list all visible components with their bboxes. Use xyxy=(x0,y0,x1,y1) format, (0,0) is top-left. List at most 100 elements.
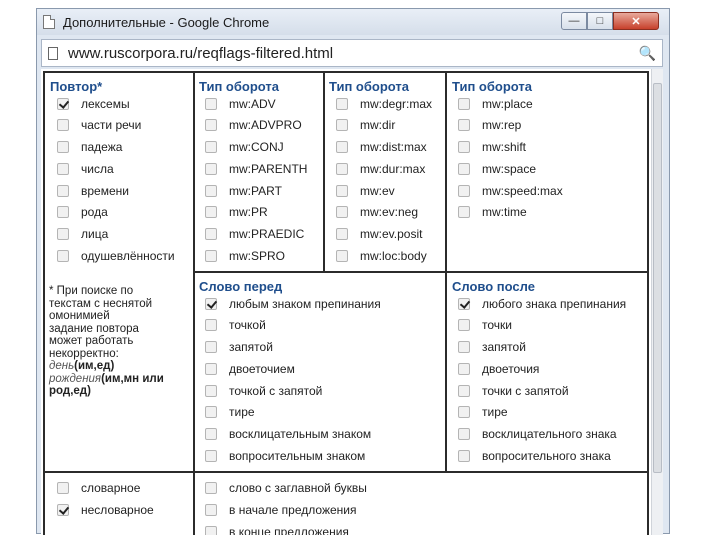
word-after-option[interactable]: любого знака препинания xyxy=(458,295,626,313)
checkbox[interactable] xyxy=(57,163,69,175)
word-before-option[interactable]: любым знаком препинания xyxy=(205,295,381,313)
turnover-option[interactable]: mw:space xyxy=(458,160,536,178)
checkbox[interactable] xyxy=(458,141,470,153)
word-before-option[interactable]: восклицательным знаком xyxy=(205,425,371,443)
url-text[interactable]: www.ruscorpora.ru/reqflags-filtered.html xyxy=(68,45,333,62)
turnover-option[interactable]: mw:degr:max xyxy=(336,95,432,113)
word-after-option[interactable]: точки с запятой xyxy=(458,382,569,400)
checkbox[interactable] xyxy=(57,119,69,131)
sentence-option[interactable]: слово с заглавной буквы xyxy=(205,479,367,497)
checkbox[interactable] xyxy=(458,119,470,131)
title-bar[interactable]: Дополнительные - Google Chrome — □ ✕ xyxy=(37,9,669,35)
checkbox[interactable] xyxy=(336,163,348,175)
checkbox[interactable] xyxy=(205,319,217,331)
close-button[interactable]: ✕ xyxy=(613,12,659,30)
turnover-option[interactable]: mw:loc:body xyxy=(336,247,427,265)
repeat-option[interactable]: лексемы xyxy=(57,95,130,113)
checkbox[interactable] xyxy=(336,250,348,262)
checkbox[interactable] xyxy=(205,228,217,240)
turnover-option[interactable]: mw:rep xyxy=(458,116,521,134)
turnover-option[interactable]: mw:dur:max xyxy=(336,160,425,178)
checkbox[interactable] xyxy=(458,185,470,197)
repeat-option[interactable]: падежа xyxy=(57,138,122,156)
turnover-option[interactable]: mw:ev.posit xyxy=(336,225,422,243)
checkbox[interactable] xyxy=(458,385,470,397)
turnover-option[interactable]: mw:dir xyxy=(336,116,395,134)
turnover-option[interactable]: mw:speed:max xyxy=(458,182,563,200)
checkbox[interactable] xyxy=(336,141,348,153)
zoom-icon[interactable]: 🔍 xyxy=(639,45,656,62)
minimize-button[interactable]: — xyxy=(561,12,587,30)
word-after-option[interactable]: точки xyxy=(458,316,512,334)
turnover-option[interactable]: mw:place xyxy=(458,95,533,113)
word-before-option[interactable]: точкой xyxy=(205,316,266,334)
repeat-option[interactable]: части речи xyxy=(57,116,141,134)
turnover-option[interactable]: mw:PRAEDIC xyxy=(205,225,304,243)
checkbox[interactable] xyxy=(205,504,217,516)
word-after-option[interactable]: тире xyxy=(458,403,508,421)
checkbox[interactable] xyxy=(57,228,69,240)
checkbox[interactable] xyxy=(458,98,470,110)
checkbox[interactable] xyxy=(205,185,217,197)
turnover-option[interactable]: mw:ADVPRO xyxy=(205,116,302,134)
dict-option[interactable]: несловарное xyxy=(57,501,154,519)
word-after-option[interactable]: вопросительного знака xyxy=(458,447,611,465)
checkbox[interactable] xyxy=(57,185,69,197)
turnover-option[interactable]: mw:shift xyxy=(458,138,526,156)
checkbox[interactable] xyxy=(458,341,470,353)
checkbox[interactable] xyxy=(205,406,217,418)
checkbox[interactable] xyxy=(57,141,69,153)
turnover-option[interactable]: mw:PARENTH xyxy=(205,160,307,178)
repeat-option[interactable]: времени xyxy=(57,182,129,200)
word-before-option[interactable]: тире xyxy=(205,403,255,421)
checkbox[interactable] xyxy=(458,163,470,175)
checkbox[interactable] xyxy=(458,363,470,375)
checkbox[interactable] xyxy=(336,228,348,240)
turnover-option[interactable]: mw:PART xyxy=(205,182,282,200)
turnover-option[interactable]: mw:dist:max xyxy=(336,138,427,156)
checkbox[interactable] xyxy=(336,98,348,110)
checkbox[interactable] xyxy=(205,482,217,494)
sentence-option[interactable]: в начале предложения xyxy=(205,501,356,519)
checkbox[interactable] xyxy=(458,450,470,462)
sentence-option[interactable]: в конце предложения xyxy=(205,523,349,535)
repeat-option[interactable]: рода xyxy=(57,203,108,221)
checkbox[interactable] xyxy=(205,98,217,110)
checkbox[interactable] xyxy=(458,428,470,440)
scrollbar-thumb[interactable] xyxy=(653,83,662,473)
checkbox[interactable] xyxy=(205,428,217,440)
word-after-option[interactable]: запятой xyxy=(458,338,526,356)
checkbox[interactable] xyxy=(458,206,470,218)
checkbox[interactable] xyxy=(205,341,217,353)
repeat-option[interactable]: лица xyxy=(57,225,108,243)
checkbox[interactable] xyxy=(205,250,217,262)
word-before-option[interactable]: двоеточием xyxy=(205,360,295,378)
turnover-option[interactable]: mw:SPRO xyxy=(205,247,285,265)
checkbox[interactable] xyxy=(57,206,69,218)
turnover-option[interactable]: mw:time xyxy=(458,203,527,221)
checkbox[interactable] xyxy=(336,206,348,218)
checkbox[interactable] xyxy=(458,298,470,310)
checkbox[interactable] xyxy=(205,206,217,218)
checkbox[interactable] xyxy=(57,482,69,494)
maximize-button[interactable]: □ xyxy=(587,12,613,30)
turnover-option[interactable]: mw:PR xyxy=(205,203,268,221)
vertical-scrollbar[interactable] xyxy=(651,69,663,535)
dict-option[interactable]: словарное xyxy=(57,479,140,497)
turnover-option[interactable]: mw:CONJ xyxy=(205,138,284,156)
turnover-option[interactable]: mw:ADV xyxy=(205,95,276,113)
address-bar[interactable]: www.ruscorpora.ru/reqflags-filtered.html… xyxy=(41,39,663,67)
checkbox[interactable] xyxy=(205,119,217,131)
checkbox[interactable] xyxy=(57,98,69,110)
checkbox[interactable] xyxy=(57,504,69,516)
checkbox[interactable] xyxy=(336,119,348,131)
word-before-option[interactable]: запятой xyxy=(205,338,273,356)
checkbox[interactable] xyxy=(205,141,217,153)
checkbox[interactable] xyxy=(205,298,217,310)
checkbox[interactable] xyxy=(205,363,217,375)
checkbox[interactable] xyxy=(205,450,217,462)
word-after-option[interactable]: двоеточия xyxy=(458,360,539,378)
checkbox[interactable] xyxy=(336,185,348,197)
checkbox[interactable] xyxy=(458,319,470,331)
checkbox[interactable] xyxy=(57,250,69,262)
